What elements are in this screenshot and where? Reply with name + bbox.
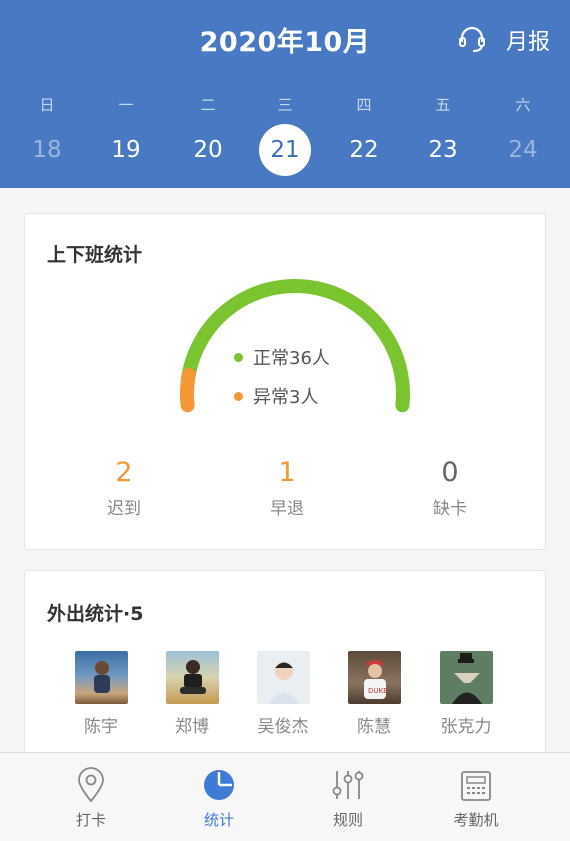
outing-stats-card: 外出统计·5 陈宇 郑博 吴俊杰 DUKE 陈慧 张克力 <box>24 570 546 770</box>
weekday-wed: 三 <box>277 96 293 114</box>
monthly-report-link[interactable]: 月报 <box>506 24 550 56</box>
person-name: 吴俊杰 <box>257 717 309 737</box>
tab-rules-label: 规则 <box>332 811 363 829</box>
stat-missing-card[interactable]: 0 缺卡 <box>390 457 510 519</box>
person-chenyu[interactable]: 陈宇 <box>61 651 141 737</box>
outing-card-title: 外出统计·5 <box>47 603 144 625</box>
tab-statistics-label: 统计 <box>203 811 234 829</box>
stat-late[interactable]: 2 迟到 <box>64 457 184 519</box>
person-chenhui[interactable]: DUKE 陈慧 <box>334 651 414 737</box>
legend-normal: 正常36人 <box>234 344 330 370</box>
bottom-tab-bar: 打卡 统计 规则 考勤机 <box>0 752 570 841</box>
gauge-abnormal-arc <box>180 367 196 413</box>
date-21-selected[interactable]: 21 <box>259 124 311 176</box>
attendance-card-title: 上下班统计 <box>47 244 143 266</box>
date-22[interactable]: 22 <box>334 131 394 169</box>
stat-early-leave[interactable]: 1 早退 <box>227 457 347 519</box>
person-name: 张克力 <box>440 717 492 737</box>
person-name: 陈慧 <box>357 717 391 737</box>
tab-punch-label: 打卡 <box>75 811 106 829</box>
stat-missing-label: 缺卡 <box>433 499 467 519</box>
calendar-header: 2020年10月 月报 日 一 二 三 四 五 六 18 19 20 21 22… <box>0 0 570 188</box>
sliders-icon <box>332 771 364 799</box>
date-18[interactable]: 18 <box>17 131 77 169</box>
stat-late-value: 2 <box>115 457 133 488</box>
weekday-fri: 五 <box>435 96 451 114</box>
legend-normal-dot <box>234 352 243 362</box>
weekday-mon: 一 <box>118 96 134 114</box>
weekday-tue: 二 <box>200 96 216 114</box>
weekday-sun: 日 <box>39 96 55 114</box>
weekday-sat: 六 <box>515 96 531 114</box>
attendance-stats-card: 上下班统计 正常36人 异常3人 2 迟到 1 早退 0 缺卡 <box>24 213 546 550</box>
avatar <box>256 651 310 704</box>
pie-chart-icon <box>204 770 234 800</box>
time-clock-icon <box>461 771 491 801</box>
tab-attendance-machine[interactable]: 考勤机 <box>421 767 531 830</box>
svg-text:DUKE: DUKE <box>368 687 388 695</box>
tab-rules[interactable]: 规则 <box>293 767 403 830</box>
legend-abnormal: 异常3人 <box>234 383 318 409</box>
location-pin-icon <box>78 767 104 803</box>
avatar: DUKE <box>347 651 401 704</box>
legend-normal-label: 正常36人 <box>253 348 330 369</box>
customer-service-icon[interactable] <box>457 24 487 54</box>
legend-abnormal-label: 异常3人 <box>253 387 319 408</box>
person-name: 陈宇 <box>84 717 118 737</box>
stat-missing-value: 0 <box>441 457 459 488</box>
avatar <box>439 651 493 704</box>
tab-punch[interactable]: 打卡 <box>36 767 146 830</box>
stat-late-label: 迟到 <box>107 499 141 519</box>
date-19[interactable]: 19 <box>96 131 156 169</box>
person-wujunjie[interactable]: 吴俊杰 <box>243 651 323 737</box>
avatar <box>165 651 219 704</box>
avatar <box>74 651 128 704</box>
weekday-thu: 四 <box>356 96 372 114</box>
tab-attendance-machine-label: 考勤机 <box>453 811 499 829</box>
legend-abnormal-dot <box>234 391 243 401</box>
date-24[interactable]: 24 <box>493 131 553 169</box>
stat-early-value: 1 <box>278 457 296 488</box>
date-20[interactable]: 20 <box>178 131 238 169</box>
stat-early-label: 早退 <box>270 499 304 519</box>
person-zhengbo[interactable]: 郑博 <box>152 651 232 737</box>
person-zhangkeli[interactable]: 张克力 <box>426 651 506 737</box>
date-23[interactable]: 23 <box>413 131 473 169</box>
person-name: 郑博 <box>175 717 209 737</box>
tab-statistics[interactable]: 统计 <box>164 767 274 830</box>
